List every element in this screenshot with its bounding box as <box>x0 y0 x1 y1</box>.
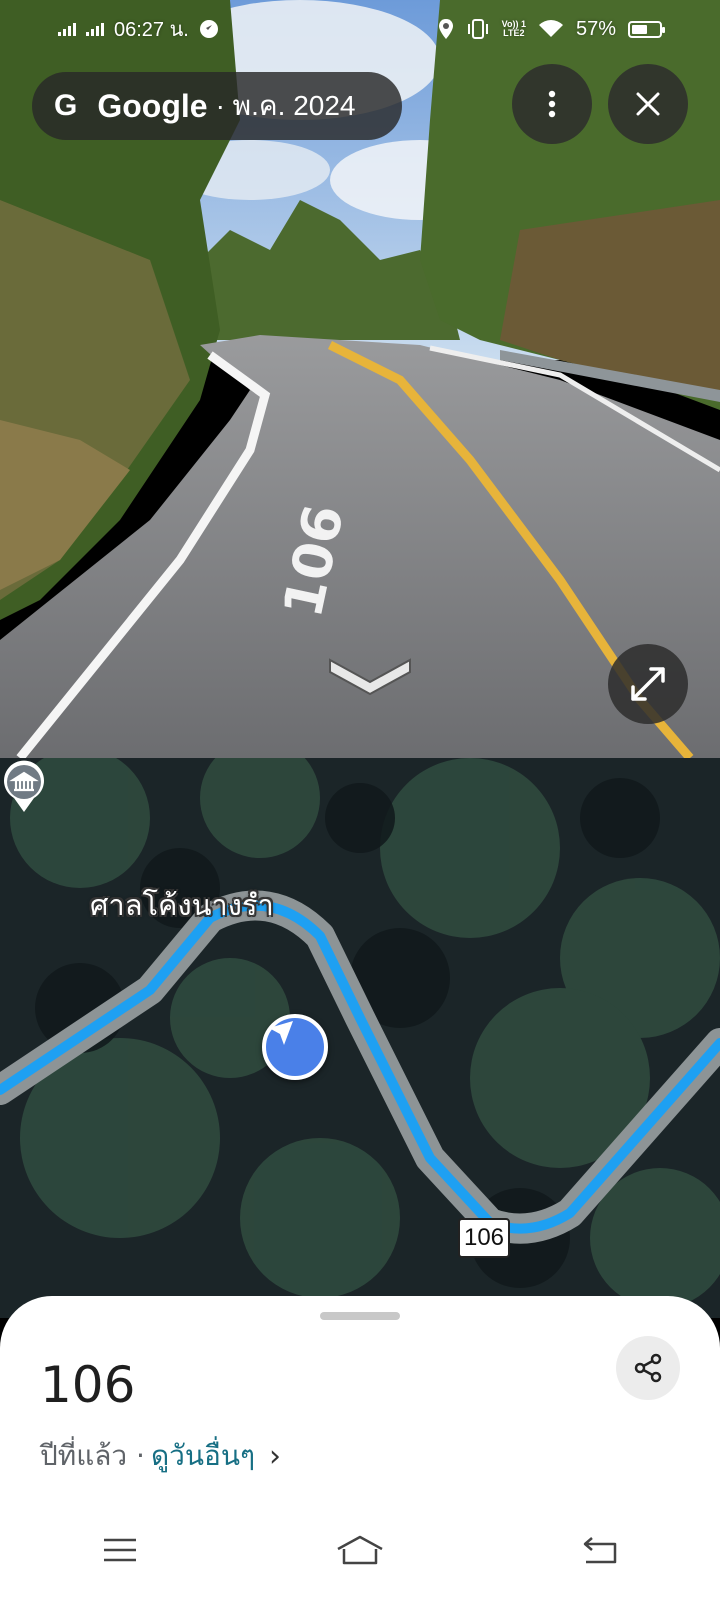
battery-fill <box>632 24 647 34</box>
wifi-icon <box>538 20 563 37</box>
brand-label: Google <box>97 87 208 124</box>
place-title: 106 <box>40 1356 136 1414</box>
more-vert-icon <box>548 90 556 118</box>
shrine-icon[interactable] <box>0 758 48 814</box>
home-icon <box>337 1535 383 1565</box>
satellite-imagery <box>0 758 720 1318</box>
clock: 06:27 น. <box>114 19 189 41</box>
menu-icon <box>104 1538 136 1562</box>
poi-label[interactable]: ศาลโค้งนางรำ <box>90 882 274 928</box>
time-ago-label: ปีที่แล้ว · <box>40 1439 145 1472</box>
google-g-icon: G <box>54 89 78 122</box>
battery-percent: 57% <box>575 17 616 40</box>
share-icon <box>634 1353 662 1383</box>
back-icon <box>583 1537 617 1564</box>
lte-label: LTE2 <box>503 28 525 38</box>
drag-handle[interactable] <box>320 1312 400 1320</box>
route-shield: 106 <box>458 1218 510 1258</box>
close-icon <box>636 92 660 116</box>
nav-menu-button[interactable] <box>0 1500 240 1600</box>
vibrate-icon <box>467 19 488 39</box>
nav-home-button[interactable] <box>240 1500 480 1600</box>
street-view-panorama[interactable]: 106 06:27 น. Vo)) 1 LTE2 57% G Google · … <box>0 0 720 758</box>
more-options-button[interactable] <box>512 64 592 144</box>
navigation-arrow-icon <box>269 1021 293 1045</box>
compass-icon <box>199 20 218 38</box>
share-button[interactable] <box>616 1336 680 1400</box>
my-location-marker[interactable] <box>262 1014 328 1080</box>
imagery-attribution-chip[interactable]: G Google · พ.ค. 2024 <box>32 72 402 140</box>
capture-date: · พ.ค. 2024 <box>215 90 356 121</box>
nav-back-button[interactable] <box>480 1500 720 1600</box>
system-nav-bar <box>0 1500 720 1600</box>
status-bar: 06:27 น. Vo)) 1 LTE2 57% <box>0 0 720 58</box>
expand-icon <box>631 667 665 701</box>
battery-icon <box>628 20 665 38</box>
fullscreen-button[interactable] <box>608 644 688 724</box>
signal-icon <box>58 22 76 36</box>
network-type-badge: Vo)) 1 LTE2 <box>502 20 526 38</box>
see-other-dates-link[interactable]: ดูวันอื่นๆ <box>151 1434 255 1478</box>
chevron-right-icon[interactable]: › <box>269 1439 281 1474</box>
close-button[interactable] <box>608 64 688 144</box>
capture-info-row: ปีที่แล้ว · ดูวันอื่นๆ › <box>40 1434 281 1478</box>
signal-icon-2 <box>86 22 104 36</box>
location-icon <box>438 19 453 39</box>
satellite-map[interactable]: ศาลโค้งนางรำ 106 <box>0 758 720 1318</box>
